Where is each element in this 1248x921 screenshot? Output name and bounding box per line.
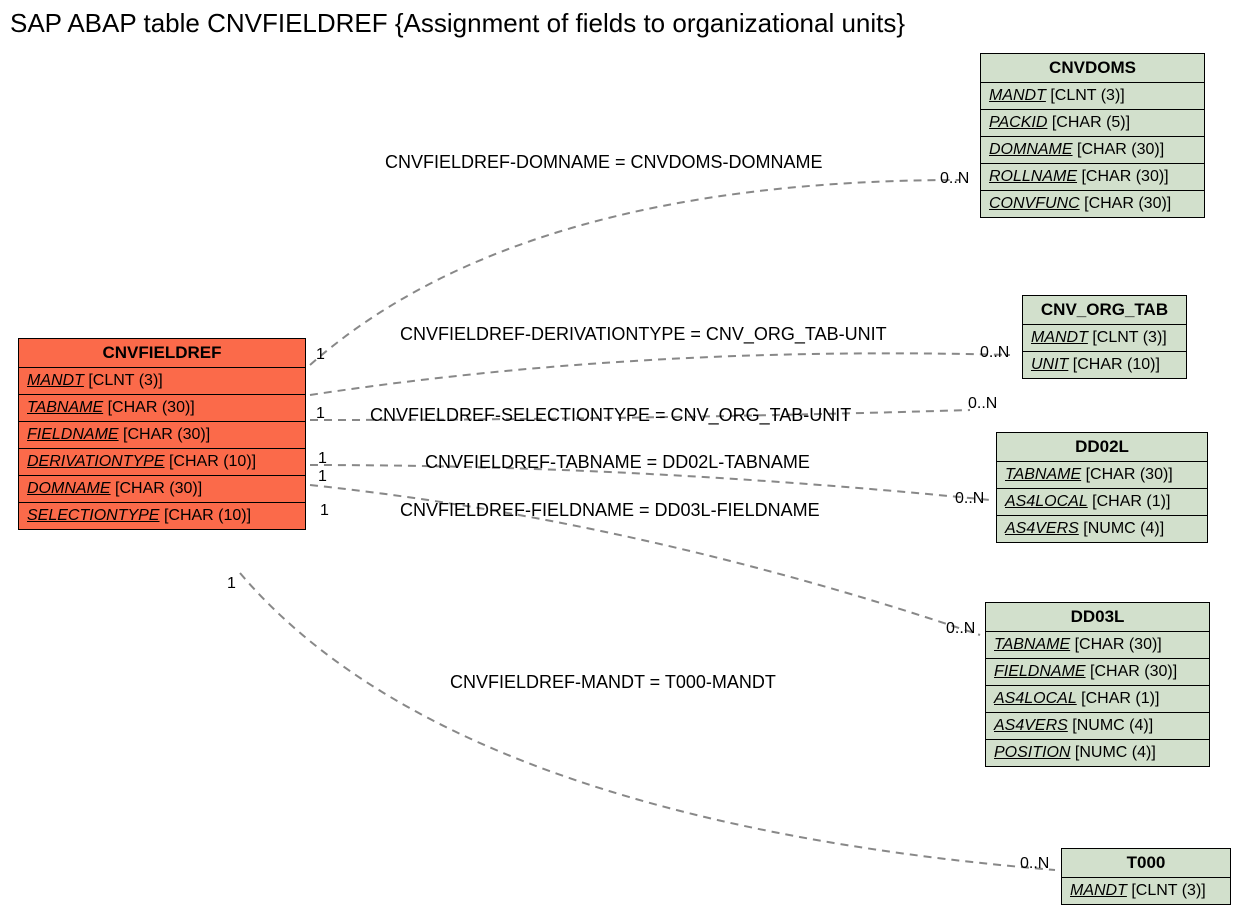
field-row: DOMNAME [CHAR (30)] <box>981 137 1204 164</box>
field-name: TABNAME <box>27 399 103 416</box>
field-type: [NUMC (4)] <box>1075 744 1156 761</box>
entity-header: CNVFIELDREF <box>19 339 305 368</box>
field-name: DOMNAME <box>27 480 111 497</box>
field-type: [CLNT (3)] <box>1092 329 1166 346</box>
field-row: AS4VERS [NUMC (4)] <box>986 713 1209 740</box>
entity-dd02l: DD02L TABNAME [CHAR (30)] AS4LOCAL [CHAR… <box>996 432 1208 543</box>
field-type: [NUMC (4)] <box>1072 717 1153 734</box>
field-type: [CLNT (3)] <box>1131 882 1205 899</box>
field-name: MANDT <box>989 87 1046 104</box>
entity-t000: T000 MANDT [CLNT (3)] <box>1061 848 1231 905</box>
field-type: [CHAR (30)] <box>108 399 195 416</box>
entity-header: CNV_ORG_TAB <box>1023 296 1186 325</box>
field-row: DOMNAME [CHAR (30)] <box>19 476 305 503</box>
field-type: [CHAR (30)] <box>1086 466 1173 483</box>
entity-header: DD03L <box>986 603 1209 632</box>
field-row: MANDT [CLNT (3)] <box>981 83 1204 110</box>
cardinality-many: 0..N <box>946 620 975 638</box>
field-row: UNIT [CHAR (10)] <box>1023 352 1186 378</box>
field-name: AS4VERS <box>1005 520 1079 537</box>
field-name: MANDT <box>1070 882 1127 899</box>
field-name: CONVFUNC <box>989 195 1080 212</box>
field-row: FIELDNAME [CHAR (30)] <box>19 422 305 449</box>
field-type: [CHAR (5)] <box>1052 114 1130 131</box>
entity-cnv-org-tab: CNV_ORG_TAB MANDT [CLNT (3)] UNIT [CHAR … <box>1022 295 1187 379</box>
field-type: [CHAR (10)] <box>164 507 251 524</box>
cardinality-many: 0..N <box>980 344 1009 362</box>
field-type: [CHAR (10)] <box>1073 356 1160 373</box>
field-row: TABNAME [CHAR (30)] <box>986 632 1209 659</box>
cardinality-one: 1 <box>227 575 236 593</box>
edge-label: CNVFIELDREF-SELECTIONTYPE = CNV_ORG_TAB-… <box>370 405 851 426</box>
cardinality-one: 1 <box>318 450 327 468</box>
edge-label: CNVFIELDREF-DOMNAME = CNVDOMS-DOMNAME <box>385 152 823 173</box>
field-type: [NUMC (4)] <box>1083 520 1164 537</box>
field-row: FIELDNAME [CHAR (30)] <box>986 659 1209 686</box>
field-row: PACKID [CHAR (5)] <box>981 110 1204 137</box>
cardinality-one: 1 <box>318 468 327 486</box>
field-row: MANDT [CLNT (3)] <box>19 368 305 395</box>
field-name: SELECTIONTYPE <box>27 507 159 524</box>
field-name: AS4LOCAL <box>994 690 1077 707</box>
field-type: [CHAR (30)] <box>115 480 202 497</box>
field-type: [CHAR (10)] <box>169 453 256 470</box>
edge-label: CNVFIELDREF-MANDT = T000-MANDT <box>450 672 776 693</box>
field-type: [CHAR (30)] <box>1081 168 1168 185</box>
field-name: DOMNAME <box>989 141 1073 158</box>
field-row: CONVFUNC [CHAR (30)] <box>981 191 1204 217</box>
edge-label: CNVFIELDREF-TABNAME = DD02L-TABNAME <box>425 452 810 473</box>
cardinality-one: 1 <box>316 346 325 364</box>
field-row: MANDT [CLNT (3)] <box>1023 325 1186 352</box>
cardinality-many: 0..N <box>1020 855 1049 873</box>
field-type: [CLNT (3)] <box>88 372 162 389</box>
cardinality-many: 0..N <box>955 490 984 508</box>
field-row: AS4VERS [NUMC (4)] <box>997 516 1207 542</box>
entity-cnvfieldref: CNVFIELDREF MANDT [CLNT (3)] TABNAME [CH… <box>18 338 306 530</box>
field-type: [CHAR (30)] <box>1075 636 1162 653</box>
cardinality-one: 1 <box>316 405 325 423</box>
entity-header: DD02L <box>997 433 1207 462</box>
field-type: [CHAR (30)] <box>1084 195 1171 212</box>
page-title: SAP ABAP table CNVFIELDREF {Assignment o… <box>10 8 905 39</box>
field-row: MANDT [CLNT (3)] <box>1062 878 1230 904</box>
entity-cnvdoms: CNVDOMS MANDT [CLNT (3)] PACKID [CHAR (5… <box>980 53 1205 218</box>
field-row: ROLLNAME [CHAR (30)] <box>981 164 1204 191</box>
field-row: AS4LOCAL [CHAR (1)] <box>986 686 1209 713</box>
field-name: DERIVATIONTYPE <box>27 453 165 470</box>
field-type: [CHAR (1)] <box>1092 493 1170 510</box>
field-name: TABNAME <box>1005 466 1081 483</box>
field-type: [CHAR (30)] <box>1090 663 1177 680</box>
field-type: [CHAR (1)] <box>1081 690 1159 707</box>
field-type: [CHAR (30)] <box>1077 141 1164 158</box>
entity-header: T000 <box>1062 849 1230 878</box>
field-name: TABNAME <box>994 636 1070 653</box>
field-name: MANDT <box>1031 329 1088 346</box>
field-name: AS4LOCAL <box>1005 493 1088 510</box>
field-name: MANDT <box>27 372 84 389</box>
field-row: AS4LOCAL [CHAR (1)] <box>997 489 1207 516</box>
field-name: ROLLNAME <box>989 168 1077 185</box>
edge-label: CNVFIELDREF-DERIVATIONTYPE = CNV_ORG_TAB… <box>400 324 887 345</box>
field-name: FIELDNAME <box>994 663 1086 680</box>
field-row: POSITION [NUMC (4)] <box>986 740 1209 766</box>
edge-label: CNVFIELDREF-FIELDNAME = DD03L-FIELDNAME <box>400 500 820 521</box>
cardinality-one: 1 <box>320 502 329 520</box>
field-name: AS4VERS <box>994 717 1068 734</box>
entity-dd03l: DD03L TABNAME [CHAR (30)] FIELDNAME [CHA… <box>985 602 1210 767</box>
cardinality-many: 0..N <box>940 170 969 188</box>
field-name: FIELDNAME <box>27 426 119 443</box>
cardinality-many: 0..N <box>968 395 997 413</box>
field-name: UNIT <box>1031 356 1068 373</box>
field-row: SELECTIONTYPE [CHAR (10)] <box>19 503 305 529</box>
field-type: [CHAR (30)] <box>123 426 210 443</box>
field-row: DERIVATIONTYPE [CHAR (10)] <box>19 449 305 476</box>
field-name: POSITION <box>994 744 1070 761</box>
field-name: PACKID <box>989 114 1047 131</box>
field-row: TABNAME [CHAR (30)] <box>997 462 1207 489</box>
field-type: [CLNT (3)] <box>1050 87 1124 104</box>
field-row: TABNAME [CHAR (30)] <box>19 395 305 422</box>
entity-header: CNVDOMS <box>981 54 1204 83</box>
